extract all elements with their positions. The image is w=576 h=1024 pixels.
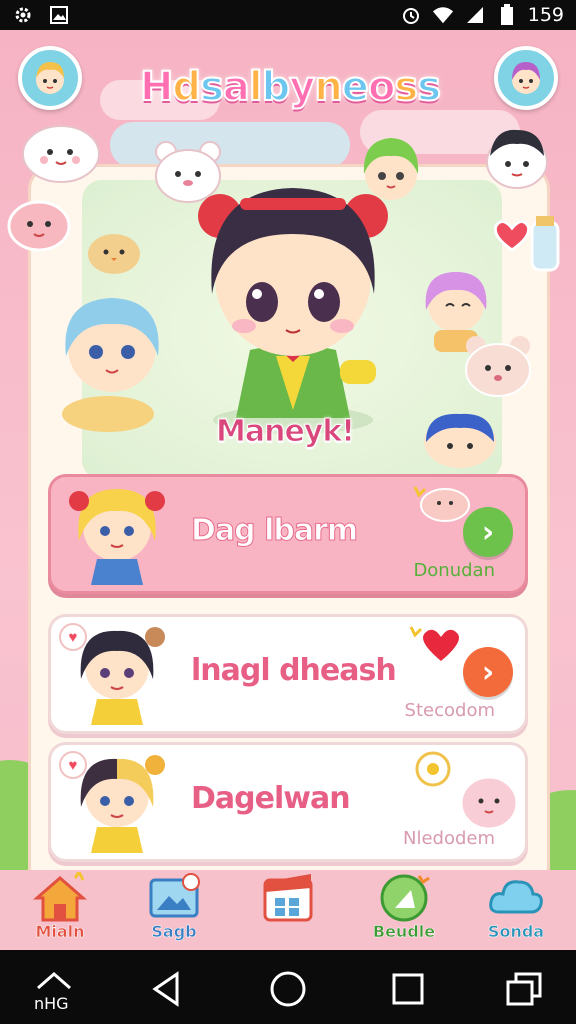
menu-card-2[interactable]: ♥ lnagl dheash › Stecodom — [48, 614, 528, 734]
chibi-avatar-icon — [36, 62, 64, 94]
hero-character — [198, 188, 388, 434]
bottom-nav: Mialn Sagb Beudle Sonda — [0, 870, 576, 950]
app-title: Hdsalbyneoss — [139, 63, 442, 111]
hero-label: Maneyk! — [216, 414, 356, 450]
card-subtitle: Stecodom — [404, 700, 495, 721]
menu-card-1[interactable]: Dag lbarm › Donudan — [48, 474, 528, 594]
heart-sticker — [409, 626, 459, 661]
heart-bottle-sticker — [494, 216, 560, 272]
flower-fluffy-sticker — [415, 751, 519, 831]
picture-frame-icon — [149, 873, 200, 918]
home-icon — [32, 872, 88, 922]
profile-avatar-button[interactable] — [18, 46, 82, 110]
chevron-right-icon[interactable]: › — [463, 647, 513, 697]
app-screen: Hdsalbyneoss Maneyk! Dag lbarm › Donudan… — [0, 30, 576, 950]
system-caption: nHG — [34, 994, 69, 1013]
card-subtitle: Donudan — [413, 560, 495, 581]
chibi-avatar-icon — [512, 62, 540, 94]
system-nav-bar: nHG — [0, 950, 576, 1024]
nav-item-beudle[interactable]: Beudle — [354, 870, 454, 950]
back-icon[interactable] — [136, 964, 196, 1014]
two-tone-hair-chibi-avatar — [80, 755, 165, 853]
recents-icon[interactable] — [378, 964, 438, 1014]
status-bar: 159 — [0, 0, 576, 30]
background-cloud — [110, 122, 350, 168]
nav-label: Mialn — [35, 922, 85, 942]
chick-sticker — [88, 234, 140, 274]
cream-bear-sticker — [465, 336, 531, 397]
nav-label: Sagb — [151, 922, 197, 942]
dark-hair-chibi-sticker — [486, 129, 548, 189]
pink-cat-sticker — [7, 200, 71, 252]
clock-time: 159 — [527, 4, 564, 26]
card-title: Dag lbarm — [190, 513, 358, 549]
nav-item-main[interactable]: Mialn — [10, 870, 110, 950]
fluffy-creature-sticker — [22, 125, 100, 183]
nav-item-sonda[interactable]: Sonda — [466, 870, 566, 950]
wifi-icon — [432, 5, 454, 25]
alarm-icon — [400, 5, 422, 25]
leaf-badge-icon — [380, 874, 430, 922]
cloud-icon — [489, 880, 543, 914]
blue-hair-small-sticker — [424, 413, 496, 468]
settings-gear-icon — [12, 5, 34, 25]
card-subtitle: Nledodem — [402, 828, 495, 849]
friend-avatar-button[interactable] — [494, 46, 558, 110]
image-icon — [48, 5, 70, 25]
nav-item-sagb[interactable]: Sagb — [124, 870, 224, 950]
chevron-right-icon[interactable]: › — [463, 507, 513, 557]
home-circle-icon[interactable] — [258, 964, 318, 1014]
nav-label: Sonda — [487, 922, 545, 942]
nav-item-calendar[interactable] — [238, 870, 338, 950]
card-title: Dagelwan — [191, 781, 351, 816]
blue-hair-chibi-sticker — [62, 298, 159, 432]
signal-icon — [464, 5, 486, 25]
blonde-chibi-avatar — [69, 489, 165, 585]
calendar-icon — [263, 874, 313, 922]
recent-apps-icon[interactable] — [494, 964, 554, 1014]
battery-icon — [496, 4, 518, 25]
pink-creature-sticker — [413, 486, 470, 522]
nav-label: Beudle — [372, 922, 436, 942]
card-title: lnagl dheash — [191, 653, 397, 688]
menu-card-3[interactable]: ♥ Dagelwan Nledodem — [48, 742, 528, 862]
dark-hair-chibi-avatar — [80, 627, 165, 725]
